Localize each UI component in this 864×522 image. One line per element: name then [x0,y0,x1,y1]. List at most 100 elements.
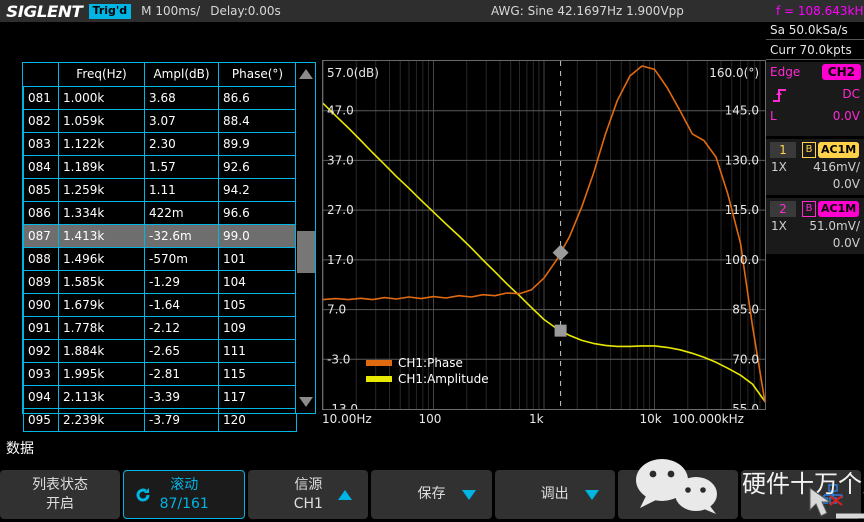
table-row[interactable]: 081 1.000k 3.68 86.6 [23,85,297,110]
siglent-logo: SIGLENT [6,1,83,21]
channel-number-2[interactable]: 2 [770,201,796,217]
cell-2: -2.81 [144,361,219,386]
column-header-3: Phase(°) [218,63,297,87]
cell-3: 96.6 [218,200,297,225]
trigger-source-badge[interactable]: CH2 [821,64,861,80]
scrollbar-thumb[interactable] [297,231,315,273]
cell-3: 109 [218,315,297,340]
table-row[interactable]: 082 1.059k 3.07 88.4 [23,108,297,133]
timebase-label[interactable]: M 100ms/ [141,4,200,18]
table-row[interactable]: 094 2.113k -3.39 117 [23,384,297,409]
divider [766,59,864,60]
left-axis-tick: -3.0 [327,352,350,366]
table-row[interactable]: 088 1.496k -570m 101 [23,246,297,271]
bode-data-table[interactable]: Freq(Hz) Ampl(dB) Phase(°) 081 1.000k 3.68 86… [22,62,316,432]
rising-edge-icon [770,87,790,107]
right-axis-tick: 70.0 [732,352,759,366]
delay-label[interactable]: Delay:0.00s [210,4,281,18]
cell-2: 1.57 [144,154,219,179]
table-row[interactable]: 085 1.259k 1.11 94.2 [23,177,297,202]
right-axis-tick: 100.0 [725,253,759,267]
x-tick-label: 100.000kHz [672,412,744,426]
legend-label-amplitude: CH1:Amplitude [398,372,489,386]
row-index: 088 [23,246,59,271]
cursor-marker-amplitude [554,324,567,337]
cell-1: 1.413k [58,223,145,248]
soft-key-4[interactable]: 调出 [494,470,615,519]
table-row[interactable]: 095 2.239k -3.79 120 [23,407,297,432]
cell-3: 105 [218,292,297,317]
soft-key-1[interactable]: 滚动 87/161 [123,470,246,519]
table-scrollbar[interactable] [295,63,315,413]
probe-ratio-2: 1X [771,219,787,233]
left-axis-tick: 47.0 [327,104,354,118]
cell-1: 2.113k [58,384,145,409]
soft-key-0[interactable]: 列表状态 开启 [0,470,121,519]
soft-key-2[interactable]: 信源 CH1 [248,470,369,519]
column-header-0 [23,63,59,87]
table-row[interactable]: 083 1.122k 2.30 89.9 [23,131,297,156]
cell-2: -3.39 [144,384,219,409]
table-header-row: Freq(Hz) Ampl(dB) Phase(°) [23,63,297,87]
scroll-down-button[interactable] [296,391,316,413]
right-axis-tick: 130.0 [725,153,759,167]
channel-panel-1[interactable]: 1 B AC1M 1X 416mV/ 0.0V [766,139,864,195]
channel-panel-2[interactable]: 2 B AC1M 1X 51.0mV/ 0.0V [766,198,864,254]
left-axis-tick: -13.0 [327,402,358,409]
soft-key-6[interactable] [740,470,861,519]
vertical-scale-1: 416mV/ [813,160,860,174]
channel-number-1[interactable]: 1 [770,142,796,158]
cell-3: 86.6 [218,85,297,110]
right-axis-tick: 85.0 [732,303,759,317]
x-tick-label: 10k [639,412,662,426]
right-axis-tick: 115.0 [725,203,759,217]
column-header-1: Freq(Hz) [58,63,145,87]
table-row[interactable]: 084 1.189k 1.57 92.6 [23,154,297,179]
legend-item-phase: CH1:Phase [366,355,489,371]
row-index: 090 [23,292,59,317]
refresh-icon [134,486,152,510]
x-axis-labels: 10.00Hz 100 1k 10k 100.000kHz [322,412,766,432]
table-row[interactable]: 092 1.884k -2.65 111 [23,338,297,363]
soft-key-bar: 列表状态 开启 滚动 87/161 信源 CH1 保存 调出 [0,470,864,519]
cell-2: 3.68 [144,85,219,110]
left-axis-tick: 37.0 [327,153,354,167]
cell-1: 1.884k [58,338,145,363]
network-disconnected-icon [820,483,845,512]
trigger-status-badge[interactable]: Trig'd [88,3,132,19]
row-index: 083 [23,131,59,156]
coupling-badge-1[interactable]: AC1M [818,142,860,158]
trigger-panel[interactable]: Edge CH2 DC L 0.0V [766,62,864,136]
table-row[interactable]: 093 1.995k -2.81 115 [23,361,297,386]
divider [766,39,864,40]
section-label: 数据 [6,441,34,457]
x-tick-label: 1k [529,412,544,426]
row-index: 082 [23,108,59,133]
row-index: 084 [23,154,59,179]
bandwidth-badge-2: B [802,201,816,217]
x-tick-label: 100 [418,412,442,426]
cell-2: 422m [144,200,219,225]
scroll-up-button[interactable] [296,63,316,85]
table: Freq(Hz) Ampl(dB) Phase(°) 081 1.000k 3.68 86… [23,63,297,432]
coupling-badge-2[interactable]: AC1M [818,201,860,217]
soft-key-3[interactable]: 保存 [371,470,492,519]
soft-key-5[interactable] [617,470,738,519]
table-row[interactable]: 087 1.413k -32.6m 99.0 [23,223,297,248]
table-row[interactable]: 090 1.679k -1.64 105 [23,292,297,317]
cell-1: 2.239k [58,407,145,432]
cell-1: 1.259k [58,177,145,202]
row-index: 092 [23,338,59,363]
right-axis-tick: 145.0 [725,104,759,118]
chart-legend: CH1:Phase CH1:Amplitude [366,355,489,387]
table-row[interactable]: 089 1.585k -1.29 104 [23,269,297,294]
awg-status-label[interactable]: AWG: Sine 42.1697Hz 1.900Vpp [491,4,684,18]
cell-3: 89.9 [218,131,297,156]
status-sidebar: Sa 50.0kSa/s Curr 70.0kpts Edge CH2 DC L [766,22,864,434]
table-row[interactable]: 086 1.334k 422m 96.6 [23,200,297,225]
left-axis-tick: 27.0 [327,203,354,217]
cell-1: 1.059k [58,108,145,133]
trigger-coupling-label: DC [842,87,860,101]
table-row[interactable]: 091 1.778k -2.12 109 [23,315,297,340]
right-axis-tick: 55.0 [732,402,759,409]
